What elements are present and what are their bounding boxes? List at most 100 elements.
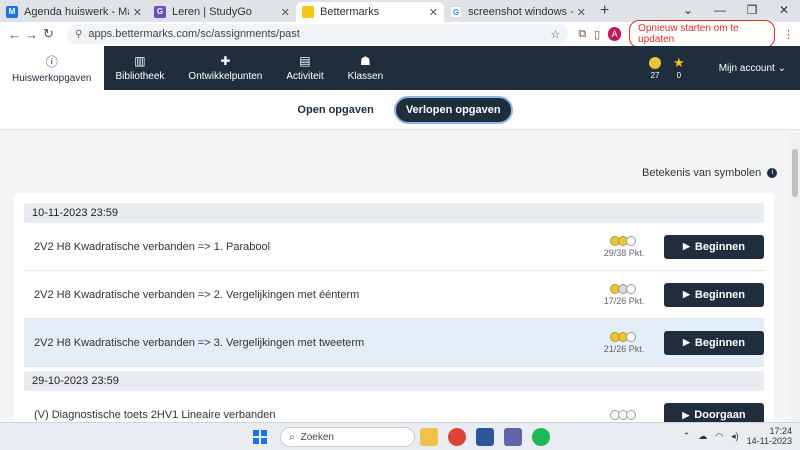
- word-icon[interactable]: [476, 428, 494, 446]
- coins-count: 27: [650, 70, 660, 80]
- start-button[interactable]: ▶ Beginnen: [664, 330, 764, 355]
- menu-dots-icon[interactable]: ⋮: [783, 28, 794, 41]
- stars-count: 0: [676, 70, 682, 80]
- assignment-row: 2V2 H8 Kwadratische verbanden => 2. Verg…: [24, 271, 764, 319]
- tab-verlopen-opgaven[interactable]: Verlopen opgaven: [393, 95, 513, 124]
- spotify-icon[interactable]: [532, 428, 550, 446]
- assignment-title: (V) Diagnostische toets 2HV1 Lineaire ve…: [34, 409, 276, 421]
- browser-tab-bar: M Agenda huiswerk - Magister ✕ G Leren |…: [0, 0, 800, 22]
- chevron-down-icon[interactable]: ⌄: [672, 0, 704, 20]
- close-tab-icon[interactable]: ✕: [577, 6, 586, 19]
- bettermarks-favicon-icon: [302, 6, 314, 18]
- minimize-icon[interactable]: —: [704, 0, 736, 20]
- chevron-up-icon[interactable]: ⌃: [683, 431, 691, 442]
- teams-icon[interactable]: [504, 428, 522, 446]
- taskbar-search[interactable]: ⌕ Zoeken: [280, 427, 415, 447]
- assignment-score: [594, 410, 654, 420]
- points-text: 17/26 Pkt.: [603, 295, 645, 306]
- browser-tab-magister[interactable]: M Agenda huiswerk - Magister ✕: [0, 2, 148, 22]
- star-icon: ★: [673, 54, 685, 70]
- volume-icon[interactable]: ◂): [731, 431, 739, 442]
- assignment-tabs: Open opgaven Verlopen opgaven: [0, 90, 800, 130]
- nav-bibliotheek[interactable]: ▥ Bibliotheek: [104, 46, 177, 90]
- assignment-title: 2V2 H8 Kwadratische verbanden => 3. Verg…: [34, 336, 365, 349]
- assignment-row: 2V2 H8 Kwadratische verbanden => 3. Verg…: [24, 319, 764, 367]
- coin-rating-icon: [610, 235, 636, 246]
- browser-tab-studygo[interactable]: G Leren | StudyGo ✕: [148, 2, 296, 22]
- magister-favicon-icon: M: [6, 6, 18, 18]
- nav-label: Klassen: [347, 71, 384, 82]
- assignment-title: 2V2 H8 Kwadratische verbanden => 2. Verg…: [34, 288, 360, 301]
- document-icon: ▤: [299, 54, 311, 68]
- extensions-icon[interactable]: ⧉: [578, 28, 586, 41]
- clock[interactable]: 17:24 14-11-2023: [747, 426, 792, 446]
- sidepanel-icon[interactable]: ▯: [594, 28, 600, 41]
- play-icon: ▶: [682, 241, 690, 251]
- browser-tab-bettermarks[interactable]: Bettermarks ✕: [296, 2, 444, 22]
- nav-klassen[interactable]: ☗ Klassen: [336, 46, 396, 90]
- tab-label: Agenda huiswerk - Magister: [24, 6, 129, 18]
- tab-label: Bettermarks: [320, 6, 380, 18]
- account-menu[interactable]: Mijn account ⌄: [719, 63, 786, 74]
- clock-date: 14-11-2023: [746, 436, 792, 446]
- bookmark-star-icon[interactable]: ☆: [550, 28, 560, 41]
- due-date-header: 10-11-2023 23:59: [24, 203, 764, 223]
- legend-link-label: Betekenis van symbolen: [642, 167, 762, 179]
- back-icon[interactable]: ←: [6, 27, 23, 42]
- nav-label: Huiswerkopgaven: [12, 72, 92, 84]
- update-button[interactable]: Opnieuw starten om te updaten: [629, 20, 776, 48]
- google-favicon-icon: G: [450, 6, 462, 18]
- windows-start-icon[interactable]: [253, 430, 267, 444]
- nav-activiteit[interactable]: ▤ Activiteit: [274, 46, 335, 90]
- button-label: Beginnen: [694, 288, 746, 301]
- scrollbar-thumb[interactable]: [792, 149, 798, 197]
- browser-tab-google[interactable]: G screenshot windows - Google Z ✕: [444, 2, 592, 22]
- page-scrollbar[interactable]: [790, 131, 800, 422]
- assignment-score: 17/26 Pkt.: [594, 283, 654, 306]
- new-tab-icon[interactable]: +: [600, 2, 609, 22]
- file-explorer-icon[interactable]: [420, 428, 438, 446]
- play-icon: ▶: [682, 289, 690, 299]
- button-label: Beginnen: [694, 240, 746, 253]
- chrome-icon[interactable]: [448, 428, 466, 446]
- close-window-icon[interactable]: ✕: [768, 0, 800, 20]
- url-text: apps.bettermarks.com/sc/assignments/past: [88, 28, 300, 40]
- coin-icon: [649, 56, 662, 69]
- tab-label: screenshot windows - Google Z: [468, 6, 573, 18]
- people-icon: ☗: [360, 54, 371, 68]
- start-button[interactable]: ▶ Beginnen: [664, 282, 764, 307]
- restore-icon[interactable]: ❐: [736, 0, 768, 20]
- window-controls: ⌄ — ❐ ✕: [672, 0, 800, 20]
- forward-icon[interactable]: →: [23, 27, 40, 42]
- points-text: 21/26 Pkt.: [603, 343, 645, 354]
- close-tab-icon[interactable]: ✕: [429, 6, 438, 19]
- site-info-icon[interactable]: ⚲: [75, 29, 82, 40]
- button-label: Doorgaan: [694, 409, 746, 421]
- info-icon: ⓘ: [45, 54, 58, 69]
- profile-avatar[interactable]: A: [608, 27, 622, 41]
- close-tab-icon[interactable]: ✕: [281, 6, 290, 19]
- nav-label: Activiteit: [286, 71, 324, 82]
- coin-rating-icon: [610, 331, 636, 342]
- symbol-legend-link[interactable]: Betekenis van symbolen i: [642, 167, 778, 179]
- start-button[interactable]: ▶ Beginnen: [664, 234, 764, 259]
- close-tab-icon[interactable]: ✕: [133, 6, 142, 19]
- reload-icon[interactable]: ↻: [40, 26, 57, 42]
- stars-stat[interactable]: ★ 0: [673, 54, 685, 80]
- nav-label: Bibliotheek: [115, 71, 165, 82]
- clock-time: 17:24: [769, 426, 792, 436]
- search-icon: ⌕: [289, 431, 295, 443]
- puzzle-icon: ✚: [220, 54, 231, 68]
- address-bar: ← → ↻ ⚲ apps.bettermarks.com/sc/assignme…: [0, 20, 800, 48]
- nav-huiswerkopgaven[interactable]: ⓘ Huiswerkopgaven: [0, 46, 104, 90]
- play-icon: ▶: [682, 337, 690, 347]
- nav-ontwikkelpunten[interactable]: ✚ Ontwikkelpunten: [176, 46, 274, 90]
- cloud-icon[interactable]: ☁: [698, 431, 707, 442]
- assignment-score: 29/38 Pkt.: [594, 235, 654, 258]
- system-tray: ⌃ ☁ ◠ ◂) 17:24 14-11-2023: [683, 426, 792, 446]
- wifi-icon[interactable]: ◠: [715, 431, 723, 442]
- assignment-score: 21/26 Pkt.: [594, 331, 654, 354]
- coins-stat[interactable]: 27: [649, 56, 662, 80]
- tab-open-opgaven[interactable]: Open opgaven: [287, 98, 383, 122]
- url-field[interactable]: ⚲ apps.bettermarks.com/sc/assignments/pa…: [67, 24, 569, 44]
